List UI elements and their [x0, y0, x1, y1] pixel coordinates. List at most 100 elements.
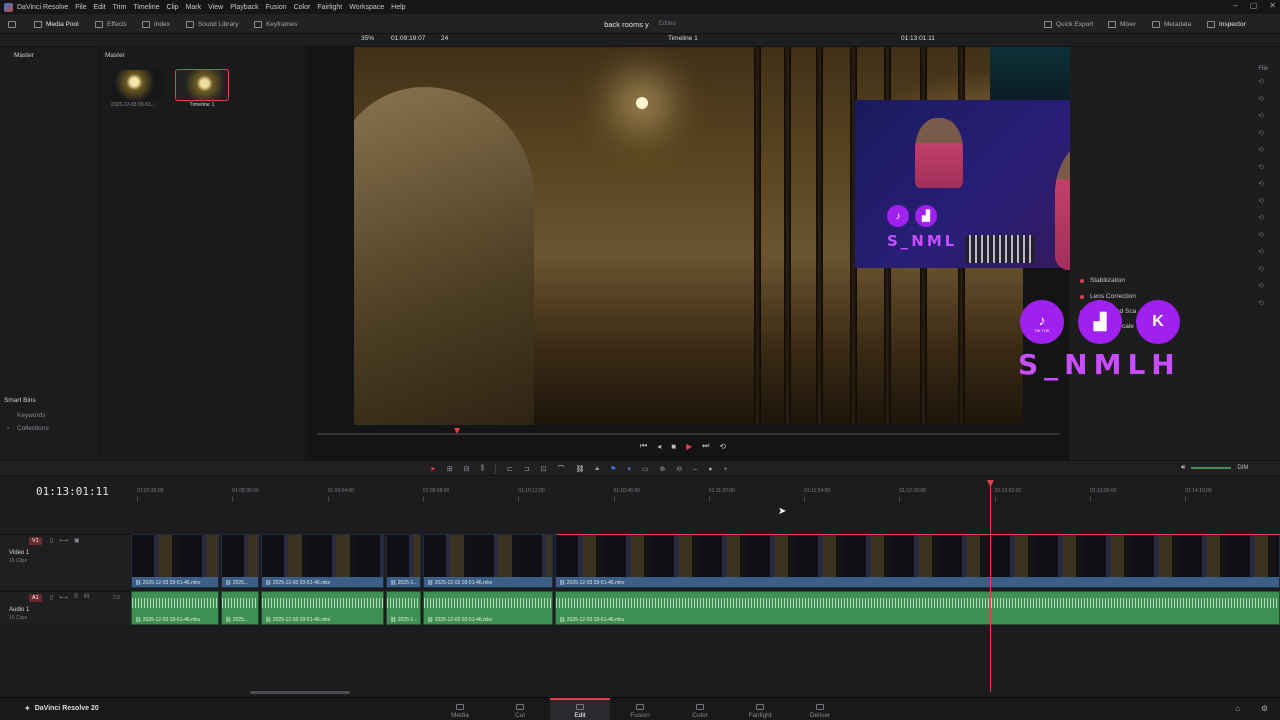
lock-track-icon[interactable]: ▯	[50, 594, 53, 601]
menu-mark[interactable]: Mark	[186, 4, 202, 11]
page-tab-edit[interactable]: Edit	[550, 698, 610, 720]
page-tab-fairlight[interactable]: Fairlight	[730, 698, 790, 720]
menu-view[interactable]: View	[208, 4, 223, 11]
lock-track-icon[interactable]: ▯	[50, 537, 53, 544]
menu-workspace[interactable]: Workspace	[349, 4, 384, 11]
reset-icon[interactable]: ⟲	[1258, 146, 1274, 154]
dynamic-trim-icon[interactable]: ⊟	[464, 465, 470, 473]
quick-export-button[interactable]: Quick Export	[1044, 14, 1093, 34]
step-back-icon[interactable]: ◂	[657, 442, 661, 451]
smart-bin-collections[interactable]: Collections	[17, 425, 49, 432]
video-clip[interactable]: ⛓ 2025-12-03 03-51-46.mkv	[555, 534, 1280, 588]
linked-selection-icon[interactable]: ⛓	[575, 465, 584, 473]
zoom-detail-icon[interactable]: ⊕	[660, 465, 666, 473]
viewer-scrubber[interactable]	[317, 433, 1060, 435]
reset-icon[interactable]: ⟲	[1258, 282, 1274, 290]
flag-icon[interactable]: ⚑	[610, 465, 616, 473]
timeline-scrollbar[interactable]	[250, 691, 350, 694]
settings-icon[interactable]: ⚙	[1261, 704, 1268, 713]
audio-clip[interactable]: ⛓ 2025-12-03 03-51-46.mkv	[555, 591, 1280, 625]
reset-icon[interactable]: ⟲	[1258, 248, 1274, 256]
replace-clip-icon[interactable]: ⊡	[541, 465, 547, 473]
page-tab-color[interactable]: Color	[670, 698, 730, 720]
loop-icon[interactable]: ⟲	[719, 442, 726, 451]
keyframes-button[interactable]: Keyframes	[254, 14, 297, 34]
menu-fusion[interactable]: Fusion	[266, 4, 287, 11]
reset-icon[interactable]: ⟲	[1258, 163, 1274, 171]
skip-to-start-icon[interactable]: ⏮	[640, 441, 647, 451]
metadata-button[interactable]: Metadata	[1152, 14, 1191, 34]
reset-icon[interactable]: ⟲	[1258, 78, 1274, 86]
menu-clip[interactable]: Clip	[167, 4, 179, 11]
page-tab-cut[interactable]: Cut	[490, 698, 550, 720]
play-icon[interactable]: ▶	[686, 442, 692, 451]
auto-select-icon[interactable]: ⟷	[59, 537, 68, 544]
snapping-icon[interactable]: ⌒	[557, 464, 564, 474]
overwrite-clip-icon[interactable]: ⊐	[524, 465, 530, 473]
selection-tool-icon[interactable]: ➤	[430, 465, 436, 473]
audio-clip[interactable]: ⛓ 2025-12-03 03-51-46.mkv	[261, 591, 384, 625]
page-tab-media[interactable]: Media	[430, 698, 490, 720]
menu-timeline[interactable]: Timeline	[133, 4, 159, 11]
reset-icon[interactable]: ⟲	[1258, 112, 1274, 120]
skip-to-end-icon[interactable]: ⏭	[702, 441, 709, 451]
zoom-out-icon[interactable]: –	[693, 466, 697, 473]
enable-dot-icon[interactable]	[1080, 278, 1084, 283]
effects-button[interactable]: Effects	[95, 14, 127, 34]
timeline-ruler[interactable]: 01:07:36:00 01:08:30:00 01:09:04:00 01:09:3…	[131, 476, 1280, 531]
menu-playback[interactable]: Playback	[230, 4, 258, 11]
minimize-icon[interactable]: –	[1233, 1, 1237, 10]
page-tab-deliver[interactable]: Deliver	[790, 698, 850, 720]
mixer-button[interactable]: Mixer	[1108, 14, 1136, 34]
v1-badge[interactable]: V1	[29, 537, 42, 545]
zoom-in-icon[interactable]: +	[723, 466, 727, 473]
video-clip[interactable]: ⛓ 2025-12-03 03-51-46.mkv	[131, 534, 219, 588]
mute-button[interactable]: M	[84, 594, 89, 601]
timeline-timecode[interactable]: 01:13:01:11	[36, 485, 109, 498]
menu-trim[interactable]: Trim	[113, 4, 127, 11]
media-pool-clip[interactable]: 2025-12-03 03-51...	[111, 70, 163, 108]
video-clip[interactable]: ⛓ 2025-12-03 03-51-46.mkv	[261, 534, 384, 588]
inspector-file-tab[interactable]: File	[1258, 66, 1268, 72]
reset-icon[interactable]: ⟲	[1258, 180, 1274, 188]
smart-bin-keywords[interactable]: Keywords	[17, 412, 46, 419]
reset-icon[interactable]: ⟲	[1258, 197, 1274, 205]
audio-clip[interactable]: ⛓ 2025-12-03 03-51-46.mkv	[131, 591, 219, 625]
trim-tool-icon[interactable]: ⊞	[447, 465, 453, 473]
menu-edit[interactable]: Edit	[94, 4, 106, 11]
inspector-stabilization[interactable]: Stabilization	[1080, 274, 1125, 287]
reset-icon[interactable]: ⟲	[1258, 299, 1274, 307]
panel-toggle-icon[interactable]	[8, 14, 16, 34]
audio-clip[interactable]: ⛓ 2025...	[221, 591, 259, 625]
audio-clip[interactable]: ⛓ 2025-1...	[386, 591, 421, 625]
solo-button[interactable]: S	[74, 594, 78, 601]
zoom-level[interactable]: 35%	[361, 35, 374, 42]
maximize-icon[interactable]: ▢	[1250, 1, 1258, 10]
timeline-playhead[interactable]	[990, 482, 991, 692]
stop-icon[interactable]: ■	[671, 442, 676, 451]
media-pool-timeline[interactable]: Timeline 1	[175, 69, 229, 108]
sound-library-button[interactable]: Sound Library	[186, 14, 238, 34]
dim-button[interactable]: DIM	[1237, 465, 1248, 471]
reset-icon[interactable]: ⟲	[1258, 265, 1274, 273]
zoom-fit-icon[interactable]: ▭	[642, 465, 649, 473]
master-bin[interactable]: Master	[14, 52, 34, 59]
video-clip[interactable]: ⛓ 2025...	[221, 534, 259, 588]
menu-color[interactable]: Color	[294, 4, 311, 11]
video-clip[interactable]: ⛓ 2025-1...	[386, 534, 421, 588]
a1-badge[interactable]: A1	[29, 594, 42, 602]
index-button[interactable]: Index	[142, 14, 170, 34]
enable-dot-icon[interactable]	[1080, 294, 1084, 299]
track-visibility-icon[interactable]: ▣	[74, 537, 80, 544]
marker-icon[interactable]: ▾	[627, 465, 631, 473]
speaker-icon[interactable]: 🔊︎	[1181, 464, 1185, 472]
reset-icon[interactable]: ⟲	[1258, 231, 1274, 239]
auto-select-icon[interactable]: ⟷	[59, 594, 68, 601]
menu-fairlight[interactable]: Fairlight	[317, 4, 342, 11]
video-clip[interactable]: ⛓ 2025-12-03 03-51-46.mkv	[423, 534, 553, 588]
chevron-right-icon[interactable]: ›	[7, 425, 9, 432]
media-pool-button[interactable]: Media Pool	[34, 14, 79, 34]
timeline-name[interactable]: Timeline 1	[668, 35, 698, 42]
audio-clip[interactable]: ⛓ 2025-12-03 03-51-46.mkv	[423, 591, 553, 625]
page-tab-fusion[interactable]: Fusion	[610, 698, 670, 720]
